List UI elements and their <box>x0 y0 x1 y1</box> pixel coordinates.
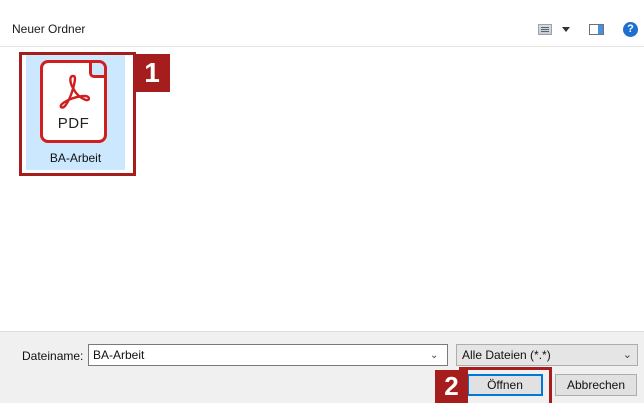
preview-pane-icon[interactable] <box>589 24 604 35</box>
filename-label: Dateiname: <box>22 349 84 363</box>
file-type-select[interactable]: Alle Dateien (*.*) ⌄ <box>456 344 638 366</box>
toolbar: Neuer Ordner ? <box>0 0 644 47</box>
view-details-icon[interactable] <box>538 24 552 35</box>
cancel-button[interactable]: Abbrechen <box>555 374 637 396</box>
file-type-value: Alle Dateien (*.*) <box>462 348 551 362</box>
annotation-highlight-2 <box>459 367 552 403</box>
step-badge-1: 1 <box>134 54 170 92</box>
chevron-down-icon[interactable] <box>562 27 570 32</box>
breadcrumb[interactable]: Neuer Ordner <box>12 22 85 36</box>
annotation-highlight-1 <box>19 52 136 176</box>
chevron-down-icon: ⌄ <box>622 349 632 361</box>
filename-history-chevron-icon[interactable]: ⌄ <box>430 350 438 361</box>
step-badge-2: 2 <box>435 370 468 403</box>
filename-input[interactable]: BA-Arbeit <box>88 344 448 366</box>
help-icon[interactable]: ? <box>623 22 638 37</box>
file-open-dialog: Neuer Ordner ? PDF BA-Arbeit Dateiname: … <box>0 0 644 403</box>
